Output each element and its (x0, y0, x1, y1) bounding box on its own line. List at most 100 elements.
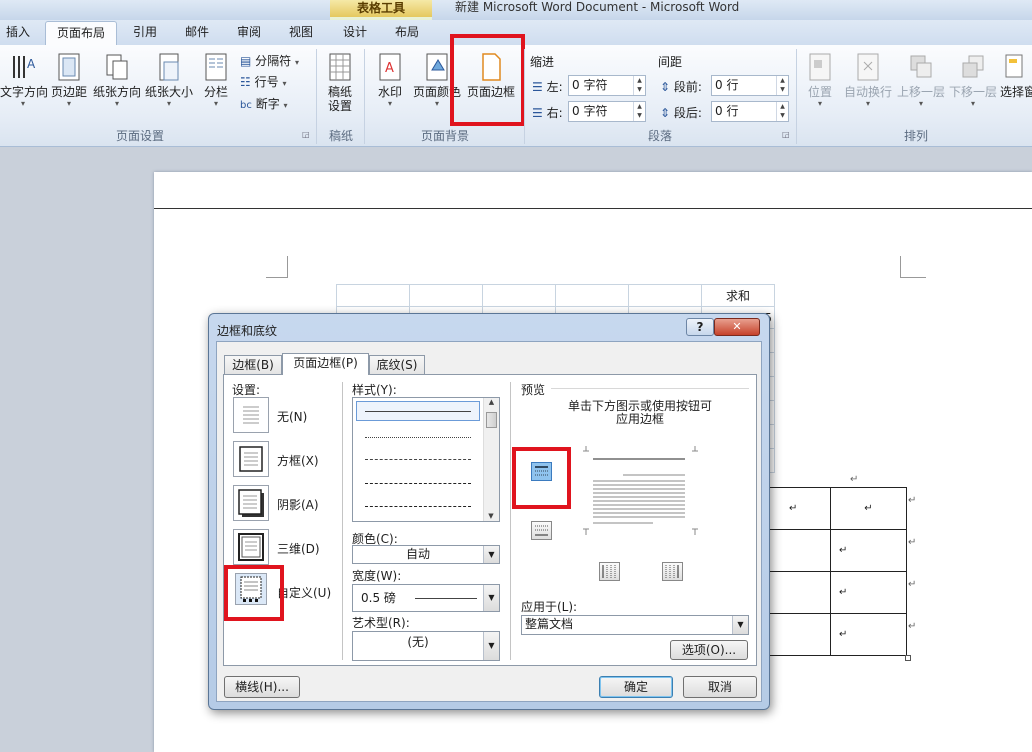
setting-box-label[interactable]: 方框(X) (277, 452, 319, 469)
spin-arrows-icon[interactable]: ▲ ▼ (776, 102, 788, 121)
setting-3d-label[interactable]: 三维(D) (277, 540, 320, 557)
spacing-before-label: ⇕ 段前: (660, 80, 702, 94)
spin-arrows-icon[interactable]: ▲ ▼ (633, 102, 645, 121)
options-button[interactable]: 选项(O)... (670, 640, 748, 660)
breaks-button[interactable]: ▤ 分隔符 ▾ (240, 52, 299, 69)
table-cell[interactable]: ↵ (830, 529, 907, 572)
chevron-down-icon[interactable]: ▼ (483, 632, 499, 660)
dialog-client-area: 边框(B) 页面边框(P) 底纹(S) 设置: 无(N) 方框(X) 阴影(A)… (216, 341, 762, 702)
table-cell[interactable]: ↵ (830, 571, 907, 614)
setting-none-icon[interactable] (233, 397, 269, 433)
chevron-down-icon[interactable]: ▼ (483, 585, 499, 611)
orientation-button[interactable]: 纸张方向 ▾ (92, 52, 142, 108)
line-numbers-button[interactable]: ☷ 行号 ▾ (240, 73, 286, 90)
scroll-down-icon[interactable]: ▼ (484, 512, 498, 520)
position-button[interactable]: 位置 ▾ (800, 52, 840, 108)
tab-view[interactable]: 视图 (280, 21, 322, 45)
bring-forward-icon (910, 55, 932, 78)
art-label: 艺术型(R): (352, 616, 410, 630)
spacing-before-input[interactable]: 0 行 ▲ ▼ (711, 75, 789, 96)
width-select[interactable]: 0.5 磅 ▼ (352, 584, 500, 612)
columns-icon (205, 53, 227, 81)
wrap-text-icon (857, 53, 879, 81)
apply-to-select[interactable]: 整篇文档 ▼ (521, 615, 749, 635)
dialog-launcher-icon[interactable]: ◲ (302, 130, 310, 139)
line-style-list[interactable]: ▲ ▼ (352, 397, 500, 522)
preview-hint: 单击下方图示或使用按钮可 应用边框 (567, 399, 712, 426)
margins-button[interactable]: 页边距 ▾ (48, 52, 90, 108)
orientation-icon (106, 54, 128, 80)
hyphenation-button[interactable]: bc 断字 ▾ (240, 95, 288, 112)
spacing-after-input[interactable]: 0 行 ▲ ▼ (711, 101, 789, 122)
send-backward-button[interactable]: 下移一层 ▾ (948, 52, 998, 108)
tab-review[interactable]: 审阅 (228, 21, 270, 45)
word-table[interactable]: ↵ ↵ ↵ ↵ ↵ (760, 487, 907, 656)
bring-forward-button[interactable]: 上移一层 ▾ (896, 52, 946, 108)
tab-mailings[interactable]: 邮件 (176, 21, 218, 45)
tab-design[interactable]: 设计 (334, 21, 376, 45)
setting-box-icon[interactable] (233, 441, 269, 477)
hyphenation-icon: bc (240, 100, 252, 111)
columns-button[interactable]: 分栏 ▾ (198, 52, 234, 108)
group-label-page-background: 页面背景 (420, 129, 469, 143)
close-button[interactable]: ✕ (714, 318, 760, 336)
dialog-launcher-icon[interactable]: ◲ (782, 130, 790, 139)
paper-size-icon (159, 53, 179, 81)
tab-references[interactable]: 引用 (124, 21, 166, 45)
scroll-up-icon[interactable]: ▲ (484, 398, 499, 406)
text-direction-button[interactable]: A 文字方向 ▾ (0, 52, 48, 108)
indent-left-label: ☰ 左: (532, 80, 563, 94)
line-style-dashed-small[interactable] (365, 459, 471, 460)
style-label: 样式(Y): (352, 383, 397, 397)
spin-arrows-icon[interactable]: ▲ ▼ (776, 76, 788, 95)
tab-borders[interactable]: 边框(B) (224, 355, 282, 375)
border-left-toggle-icon[interactable] (599, 562, 620, 581)
margins-icon (58, 53, 80, 81)
indent-right-label: ☰ 右: (532, 106, 563, 120)
selection-pane-button[interactable]: 选择窗 (1000, 52, 1032, 99)
tab-layout[interactable]: 布局 (386, 21, 428, 45)
table-cell[interactable]: ↵ (830, 613, 907, 656)
horizontal-line-button[interactable]: 横线(H)... (224, 676, 300, 698)
tab-page-border[interactable]: 页面边框(P) (282, 353, 369, 375)
setting-none-label[interactable]: 无(N) (277, 408, 307, 425)
tab-insert[interactable]: 插入 (0, 21, 36, 45)
border-preview[interactable] (583, 445, 699, 537)
chevron-down-icon[interactable]: ▼ (732, 616, 748, 634)
help-button[interactable]: ? (686, 318, 714, 336)
wrap-text-button[interactable]: 自动换行 ▾ (842, 52, 894, 108)
tab-shading[interactable]: 底纹(S) (369, 355, 425, 375)
setting-custom-label[interactable]: 自定义(U) (277, 584, 331, 601)
table-cell[interactable]: ↵ (760, 487, 831, 530)
row-end-mark: ↵ (908, 537, 917, 548)
border-right-toggle-icon[interactable] (662, 562, 683, 581)
style-list-scrollbar[interactable]: ▲ ▼ (483, 398, 499, 521)
cancel-button[interactable]: 取消 (683, 676, 757, 698)
table-cell[interactable]: ↵ (830, 487, 907, 530)
sum-header-cell[interactable]: 求和 (701, 284, 775, 307)
manuscript-settings-button[interactable]: 稿纸 设置 (320, 52, 360, 113)
setting-3d-icon[interactable] (233, 529, 269, 565)
tab-page-layout[interactable]: 页面布局 (45, 21, 117, 45)
line-style-dashed[interactable] (365, 483, 471, 484)
border-bottom-toggle-icon[interactable] (531, 521, 552, 540)
setting-shadow-icon[interactable] (233, 485, 269, 521)
line-style-dash-dot[interactable] (365, 506, 471, 507)
highlight-box-page-borders (450, 34, 525, 126)
spacing-before-icon: ⇕ (660, 80, 671, 94)
spin-arrows-icon[interactable]: ▲ ▼ (633, 76, 645, 95)
watermark-button[interactable]: A 水印 ▾ (370, 52, 410, 108)
group-label-manuscript: 稿纸 (328, 129, 353, 143)
color-select[interactable]: 自动 ▼ (352, 545, 500, 564)
indent-right-input[interactable]: 0 字符 ▲ ▼ (568, 101, 646, 122)
ok-button[interactable]: 确定 (599, 676, 673, 698)
line-style-dotted[interactable] (365, 437, 471, 438)
indent-left-input[interactable]: 0 字符 ▲ ▼ (568, 75, 646, 96)
chevron-down-icon[interactable]: ▼ (483, 546, 499, 563)
table-resize-handle[interactable] (905, 655, 911, 661)
scroll-thumb[interactable] (486, 412, 497, 428)
art-select[interactable]: (无) ▼ (352, 631, 500, 661)
setting-shadow-label[interactable]: 阴影(A) (277, 496, 319, 513)
line-style-solid[interactable] (365, 411, 471, 412)
size-button[interactable]: 纸张大小 ▾ (144, 52, 194, 108)
